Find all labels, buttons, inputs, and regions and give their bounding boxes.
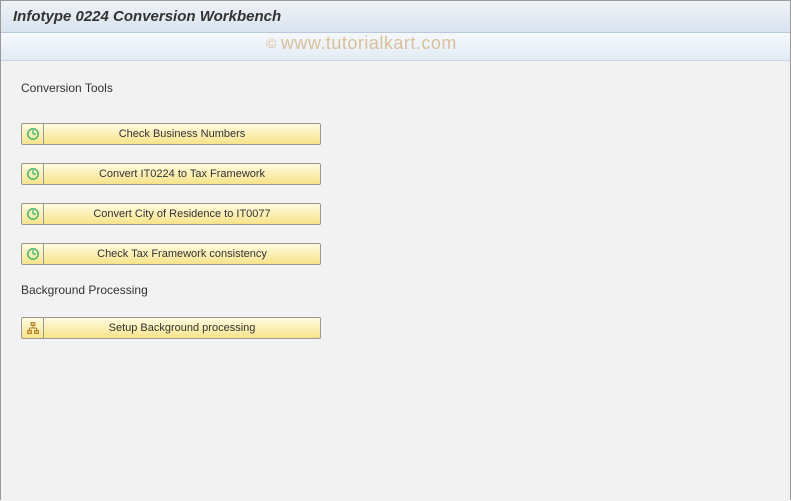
execute-icon — [21, 163, 43, 185]
button-label: Check Tax Framework consistency — [43, 243, 321, 265]
window-title: Infotype 0224 Conversion Workbench — [1, 1, 790, 33]
main-content: Conversion Tools Check Business Numbers … — [1, 61, 790, 501]
execute-icon — [21, 243, 43, 265]
section-conversion-tools-label: Conversion Tools — [21, 81, 770, 95]
section-background-processing-label: Background Processing — [21, 283, 770, 297]
execute-icon — [21, 203, 43, 225]
button-label: Convert City of Residence to IT0077 — [43, 203, 321, 225]
convert-city-residence-button[interactable]: Convert City of Residence to IT0077 — [21, 203, 321, 225]
execute-icon — [21, 123, 43, 145]
setup-background-processing-button[interactable]: Setup Background processing — [21, 317, 321, 339]
button-label: Setup Background processing — [43, 317, 321, 339]
button-label: Convert IT0224 to Tax Framework — [43, 163, 321, 185]
convert-it0224-button[interactable]: Convert IT0224 to Tax Framework — [21, 163, 321, 185]
hierarchy-icon — [21, 317, 43, 339]
app-toolbar — [1, 33, 790, 61]
check-tax-framework-button[interactable]: Check Tax Framework consistency — [21, 243, 321, 265]
check-business-numbers-button[interactable]: Check Business Numbers — [21, 123, 321, 145]
button-label: Check Business Numbers — [43, 123, 321, 145]
